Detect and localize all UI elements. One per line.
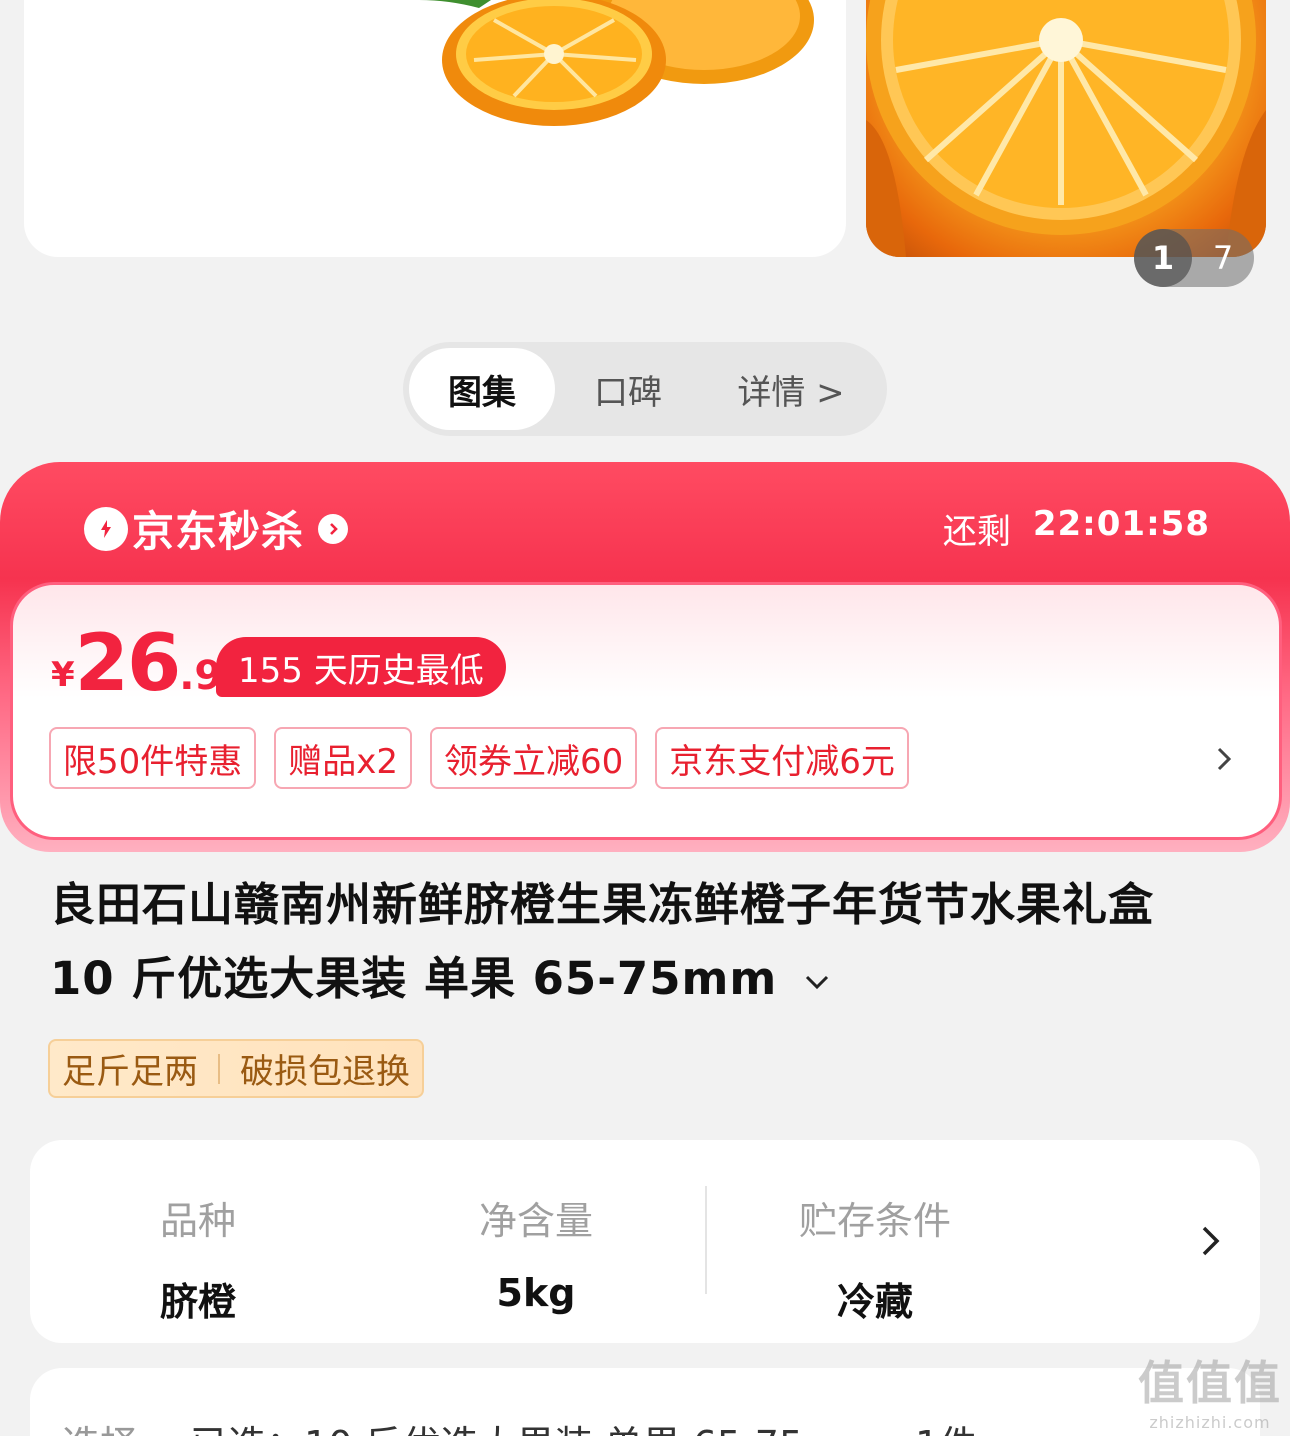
image-counter: 1 7 (1134, 229, 1254, 287)
product-title-line1: 良田石山赣南州新鲜脐橙生果冻鲜橙子年货节水果礼盒 (50, 878, 1155, 931)
tab-gallery[interactable]: 图集 (409, 348, 555, 430)
gallery-main-image[interactable] (24, 0, 846, 257)
image-counter-total: 7 (1212, 239, 1234, 277)
seckill-logo[interactable]: 京东秒杀 (84, 498, 349, 559)
product-title-line2: 10 斤优选大果装 单果 65-75mm (50, 952, 778, 1005)
sku-select-row: 选择 已选：10 斤优选大果装 单果 65-75mm，1件 (62, 1414, 977, 1436)
product-title[interactable]: 良田石山赣南州新鲜脐橙生果冻鲜橙子年货节水果礼盒 10 斤优选大果装 单果 65… (50, 868, 1250, 1016)
promo-tag[interactable]: 赠品x2 (274, 727, 413, 789)
alarm-clock-icon (84, 506, 128, 551)
divider (705, 1186, 707, 1294)
assurance-item: 足斤足两 (62, 1052, 198, 1092)
assurance-item: 破损包退换 (240, 1052, 410, 1092)
attribute-net-weight: 净含量 5kg (436, 1190, 636, 1315)
orange-slices-image (419, 0, 814, 126)
attribute-value: 5kg (496, 1271, 576, 1315)
attribute-value: 脐橙 (159, 1280, 236, 1324)
product-gallery[interactable]: 1 7 (0, 0, 1290, 300)
watermark-site: zhizhizhi.com (1149, 1413, 1271, 1432)
price-integer: 26 (74, 619, 182, 709)
watermark-brand: 值值值 (1138, 1356, 1282, 1410)
seckill-banner: 京东秒杀 还剩 22:01:58 ¥ 26 .9 155 天历史最低 限50件特… (0, 462, 1290, 852)
chevron-right-icon[interactable] (1200, 1224, 1222, 1258)
seckill-title: 京东秒杀 (132, 507, 305, 556)
divider (218, 1053, 220, 1084)
content-tabs: 图集 口碑 详情 > (403, 342, 887, 436)
promo-tags: 限50件特惠 赠品x2 领券立减60 京东支付减6元 (49, 727, 909, 789)
image-counter-current: 1 (1134, 229, 1192, 287)
promo-tag[interactable]: 限50件特惠 (49, 727, 257, 789)
tab-details[interactable]: 详情 > (701, 348, 881, 430)
attribute-storage: 贮存条件 冷藏 (775, 1190, 975, 1326)
attributes-card[interactable]: 品种 脐橙 净含量 5kg 贮存条件 冷藏 (30, 1140, 1260, 1343)
chevron-down-icon[interactable] (804, 972, 830, 992)
price-currency: ¥ (51, 655, 75, 695)
chevron-right-icon (318, 513, 349, 544)
promo-tag[interactable]: 领券立减60 (430, 727, 638, 789)
countdown-label: 还剩 (942, 512, 1011, 552)
attribute-variety: 品种 脐橙 (98, 1190, 298, 1326)
assurance-badge[interactable]: 足斤足两 破损包退换 (48, 1039, 424, 1098)
countdown-time: 22:01:58 (1032, 504, 1210, 544)
price-card: ¥ 26 .9 155 天历史最低 限50件特惠 赠品x2 领券立减60 京东支… (10, 582, 1282, 840)
sku-select-card[interactable]: 选择 已选：10 斤优选大果装 单果 65-75mm，1件 (30, 1368, 1260, 1436)
attribute-key: 净含量 (478, 1199, 593, 1243)
tab-reviews[interactable]: 口碑 (555, 348, 701, 430)
chevron-right-icon[interactable] (1209, 741, 1239, 777)
attribute-value: 冷藏 (836, 1280, 913, 1324)
select-label: 选择 (62, 1423, 138, 1436)
price: ¥ 26 .9 (51, 625, 222, 703)
lowest-price-badge: 155 天历史最低 (216, 637, 506, 697)
promo-tag[interactable]: 京东支付减6元 (655, 727, 909, 789)
attribute-key: 贮存条件 (798, 1199, 951, 1243)
attribute-key: 品种 (159, 1199, 236, 1243)
seckill-countdown: 还剩 22:01:58 (943, 504, 1210, 553)
gallery-side-image[interactable] (866, 0, 1266, 257)
select-value: 已选：10 斤优选大果装 单果 65-75mm，1件 (190, 1423, 977, 1436)
orange-cross-section-image (866, 0, 1266, 257)
watermark: 值值值 zhizhizhi.com (1138, 1347, 1282, 1432)
